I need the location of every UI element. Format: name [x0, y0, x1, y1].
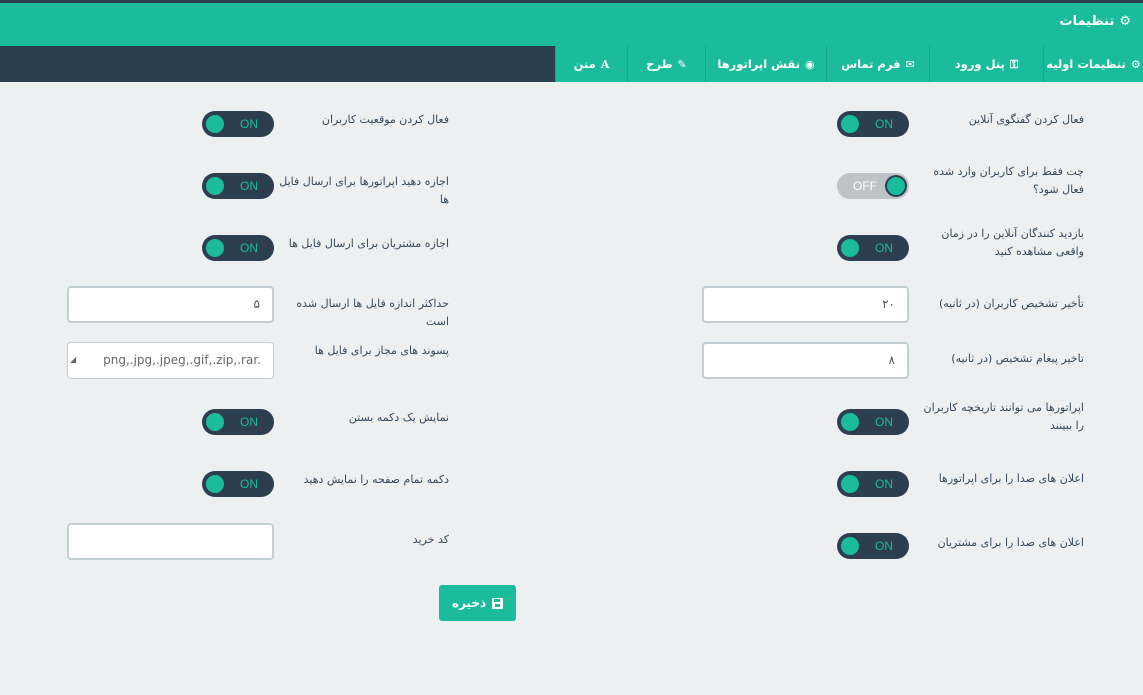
operators-view-history-label: اپراتورها می توانند تاریخچه کاربران را ب… — [923, 401, 1084, 432]
toggle-knob — [841, 537, 859, 555]
sound-customers-label: اعلان های صدا را برای مشتریان — [937, 536, 1084, 549]
allowed-extensions-textarea[interactable]: png,.jpg,.jpeg,.gif,.zip,.rar. ◢ — [67, 342, 274, 379]
user-detect-delay-input[interactable]: ۲۰ — [702, 286, 909, 323]
toggle-knob — [206, 239, 224, 257]
online-chat-label: فعال کردن گفتگوی آنلاین — [968, 113, 1084, 126]
user-location-toggle[interactable]: ON — [202, 111, 274, 137]
tab-basic-settings[interactable]: ⚙ تنظیمات اولیه — [1043, 46, 1143, 82]
online-chat-toggle[interactable]: ON — [837, 111, 909, 137]
close-button-toggle[interactable]: ON — [202, 409, 274, 435]
resize-handle-icon[interactable]: ◢ — [70, 342, 76, 377]
operators-send-files-label: اجازه دهید اپراتورها برای ارسال فایل ها — [279, 175, 449, 206]
message-detect-delay-input[interactable]: ۸ — [702, 342, 909, 379]
realtime-visitors-label: بازدید کنندگان آنلاین را در زمان واقعی م… — [941, 227, 1084, 258]
toggle-knob — [206, 413, 224, 431]
settings-tabbar: ⚙ تنظیمات اولیه ⚿ پنل ورود ✉ فرم تماس ◉ … — [0, 46, 1143, 82]
floppy-disk-icon — [492, 597, 504, 609]
tab-design[interactable]: ✎ طرح — [627, 46, 705, 82]
user-circle-icon: ◉ — [805, 57, 815, 71]
font-icon: A — [600, 57, 610, 71]
purchase-code-input[interactable] — [67, 523, 274, 560]
envelope-icon: ✉ — [905, 57, 915, 71]
toggle-knob — [887, 177, 905, 195]
tab-login-panel[interactable]: ⚿ پنل ورود — [929, 46, 1043, 82]
chat-logged-in-only-toggle[interactable]: OFF — [837, 173, 909, 199]
tab-text[interactable]: A متن — [555, 46, 627, 82]
toggle-knob — [841, 239, 859, 257]
fullscreen-button-label: دکمه تمام صفحه را نمایش دهید — [303, 473, 449, 486]
max-file-size-input[interactable]: ۵ — [67, 286, 274, 323]
save-button[interactable]: ذخیره — [439, 585, 516, 621]
toggle-knob — [206, 115, 224, 133]
sound-customers-toggle[interactable]: ON — [837, 533, 909, 559]
toggle-knob — [841, 413, 859, 431]
key-icon: ⚿ — [1009, 57, 1019, 71]
sound-operators-toggle[interactable]: ON — [837, 471, 909, 497]
operators-send-files-toggle[interactable]: ON — [202, 173, 274, 199]
toggle-knob — [841, 115, 859, 133]
allowed-extensions-label: پسوند های مجاز برای فایل ها — [314, 344, 449, 357]
page-title: ⚙ تنظیمات — [1059, 14, 1131, 29]
max-file-size-label: حداکثر اندازه فایل ها ارسال شده است — [296, 297, 449, 328]
tab-contact-form[interactable]: ✉ فرم تماس — [826, 46, 929, 82]
fullscreen-button-toggle[interactable]: ON — [202, 471, 274, 497]
settings-header: ⚙ تنظیمات — [0, 3, 1143, 46]
user-detect-delay-label: تأخیر تشخیص کاربران (در ثانیه) — [938, 297, 1084, 310]
user-location-label: فعال کردن موقعیت کاربران — [321, 113, 449, 126]
customers-send-files-label: اجازه مشتریان برای ارسال فایل ها — [288, 237, 449, 250]
purchase-code-label: کد خرید — [412, 533, 449, 546]
operators-view-history-toggle[interactable]: ON — [837, 409, 909, 435]
close-button-label: نمایش یک دکمه بستن — [348, 411, 449, 424]
realtime-visitors-toggle[interactable]: ON — [837, 235, 909, 261]
gears-icon: ⚙ — [1119, 14, 1131, 29]
tab-operator-roles[interactable]: ◉ نقش اپراتورها — [705, 46, 826, 82]
gears-icon: ⚙ — [1130, 57, 1141, 71]
toggle-knob — [841, 475, 859, 493]
sound-operators-label: اعلان های صدا را برای اپراتورها — [938, 472, 1084, 485]
toggle-knob — [206, 177, 224, 195]
paint-brush-icon: ✎ — [677, 57, 687, 71]
chat-logged-in-only-label: چت فقط برای کاربران وارد شده فعال شود؟ — [933, 165, 1084, 196]
message-detect-delay-label: تاخیر پیغام تشخیص (در ثانیه) — [951, 352, 1084, 365]
customers-send-files-toggle[interactable]: ON — [202, 235, 274, 261]
toggle-knob — [206, 475, 224, 493]
